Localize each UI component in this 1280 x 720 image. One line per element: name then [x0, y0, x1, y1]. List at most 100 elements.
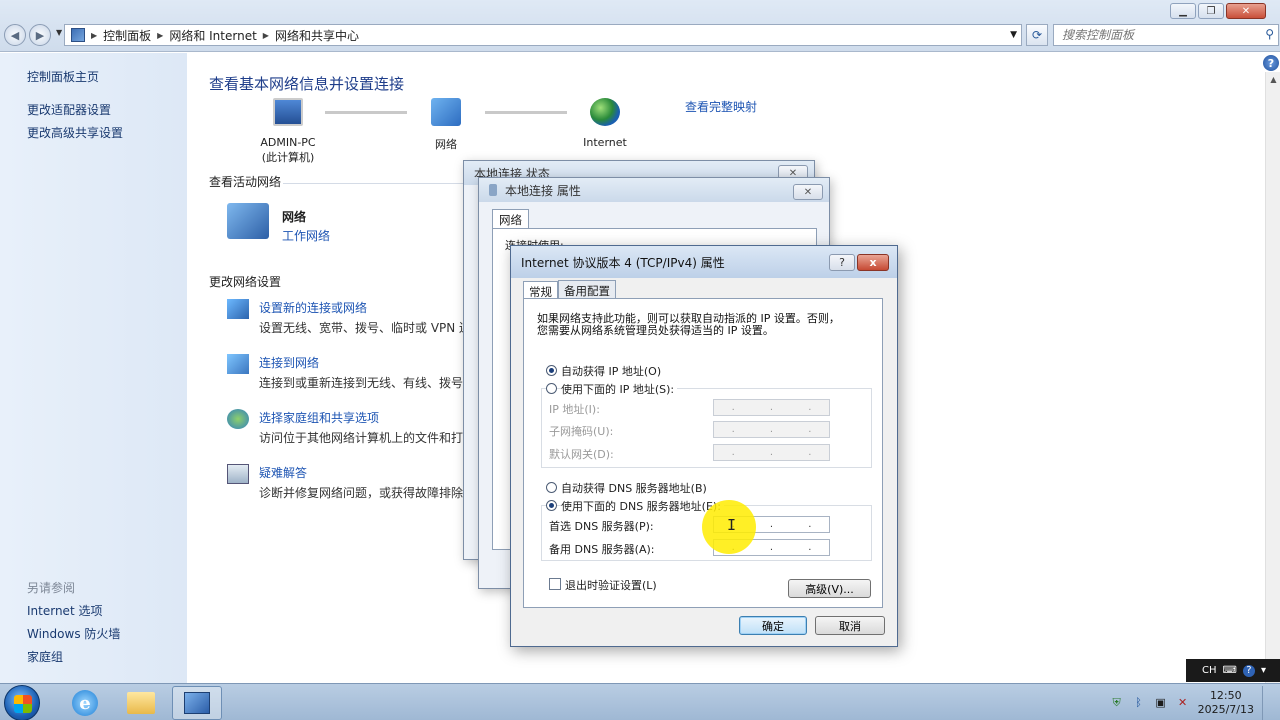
- minimize-button[interactable]: ▁: [1170, 3, 1196, 19]
- sidebar-item-homegroup[interactable]: 家庭组: [27, 648, 63, 665]
- clock-time: 12:50: [1209, 689, 1242, 702]
- task-troubleshoot-link[interactable]: 疑难解答: [259, 464, 307, 481]
- chevron-right-icon[interactable]: ▶: [263, 31, 269, 40]
- internet-label: Internet: [583, 136, 627, 149]
- task-setup-connection-link[interactable]: 设置新的连接或网络: [259, 299, 367, 316]
- keyboard-icon[interactable]: ⌨: [1223, 665, 1237, 676]
- network-icon: [227, 203, 269, 239]
- sidebar-item-adapter-settings[interactable]: 更改适配器设置: [27, 101, 111, 118]
- help-icon[interactable]: ?: [1242, 664, 1255, 677]
- validate-on-exit-checkbox[interactable]: [549, 578, 561, 590]
- new-connection-icon: [227, 299, 249, 319]
- advanced-button[interactable]: 高级(V)...: [788, 579, 871, 598]
- ok-button[interactable]: 确定: [739, 616, 807, 635]
- auto-ip-label[interactable]: 自动获得 IP 地址(O): [561, 363, 661, 379]
- ip-address-field[interactable]: ...: [713, 399, 830, 416]
- back-button[interactable]: ◀: [4, 24, 26, 46]
- language-bar[interactable]: CH ⌨ ? ▾: [1186, 659, 1280, 682]
- alternate-dns-label: 备用 DNS 服务器(A):: [549, 543, 655, 556]
- taskbar-control-panel[interactable]: [172, 686, 222, 720]
- properties-dialog-title: 本地连接 属性: [479, 178, 829, 202]
- pc-name: ADMIN-PC: [260, 136, 316, 149]
- volume-muted-icon[interactable]: ✕: [1176, 696, 1190, 710]
- bluetooth-icon[interactable]: ᛒ: [1132, 696, 1146, 710]
- folder-icon: [127, 692, 155, 714]
- search-icon[interactable]: ⚲: [1265, 27, 1274, 41]
- full-map-link[interactable]: 查看完整映射: [685, 98, 757, 115]
- recent-pages-dropdown[interactable]: ▼: [56, 28, 62, 37]
- window-controls: ▁ ❐ ✕: [1170, 3, 1266, 19]
- network-type-link[interactable]: 工作网络: [282, 227, 330, 244]
- homegroup-icon: [227, 409, 249, 429]
- default-gateway-field[interactable]: ...: [713, 444, 830, 461]
- taskbar-explorer[interactable]: [116, 686, 166, 720]
- text-cursor-icon: I: [727, 516, 737, 534]
- connect-network-icon: [227, 354, 249, 374]
- breadcrumb-network-sharing-center[interactable]: 网络和共享中心: [275, 27, 359, 44]
- manual-ip-label[interactable]: 使用下面的 IP 地址(S):: [561, 381, 678, 397]
- sidebar-item-firewall[interactable]: Windows 防火墙: [27, 625, 120, 642]
- intro-text-line2: 您需要从网络系统管理员处获得适当的 IP 设置。: [537, 324, 774, 337]
- language-indicator[interactable]: CH: [1202, 665, 1217, 676]
- dialog-help-button[interactable]: ?: [829, 254, 855, 271]
- windows-logo-icon: [14, 695, 32, 713]
- address-bar[interactable]: ▶ 控制面板 ▶ 网络和 Internet ▶ 网络和共享中心 ▼: [64, 24, 1022, 46]
- taskbar: e ⛨ ᛒ ▣ ✕ 12:50 2025/7/13: [0, 683, 1280, 720]
- auto-dns-label[interactable]: 自动获得 DNS 服务器地址(B): [561, 480, 707, 496]
- sidebar-item-home[interactable]: 控制面板主页: [27, 68, 99, 85]
- internet-explorer-icon: e: [72, 690, 98, 716]
- vertical-scrollbar[interactable]: ▲: [1265, 72, 1280, 683]
- map-node-pc: ADMIN-PC (此计算机): [243, 98, 333, 165]
- ip-address-label: IP 地址(I):: [549, 403, 600, 416]
- chevron-right-icon[interactable]: ▶: [91, 31, 97, 40]
- subnet-mask-label: 子网掩码(U):: [549, 425, 614, 438]
- task-homegroup-desc: 访问位于其他网络计算机上的文件和打印: [259, 431, 476, 445]
- sidebar-item-internet-options[interactable]: Internet 选项: [27, 602, 102, 619]
- properties-dialog-close-button[interactable]: ✕: [793, 184, 823, 200]
- close-button[interactable]: ✕: [1226, 3, 1266, 19]
- task-homegroup-link[interactable]: 选择家庭组和共享选项: [259, 409, 379, 426]
- page-title: 查看基本网络信息并设置连接: [209, 75, 405, 93]
- sidebar-item-advanced-sharing[interactable]: 更改高级共享设置: [27, 124, 123, 141]
- validate-on-exit-label[interactable]: 退出时验证设置(L): [565, 577, 657, 593]
- map-connector: [485, 111, 567, 114]
- manual-ip-radio[interactable]: [546, 383, 557, 394]
- auto-dns-radio[interactable]: [546, 482, 557, 493]
- tab-network[interactable]: 网络: [492, 209, 529, 230]
- subnet-mask-field[interactable]: ...: [713, 421, 830, 438]
- active-networks-heading: 查看活动网络: [209, 175, 282, 189]
- breadcrumb-network-internet[interactable]: 网络和 Internet: [169, 27, 256, 44]
- forward-button[interactable]: ▶: [29, 24, 51, 46]
- cancel-button[interactable]: 取消: [815, 616, 885, 635]
- clock[interactable]: 12:50 2025/7/13: [1198, 689, 1254, 717]
- globe-icon: [590, 98, 620, 126]
- search-box[interactable]: ⚲: [1053, 24, 1279, 46]
- auto-ip-radio[interactable]: [546, 365, 557, 376]
- window-titlebar: ▁ ❐ ✕ ◀ ▶ ▼ ▶ 控制面板 ▶ 网络和 Internet ▶ 网络和共…: [0, 0, 1280, 52]
- network-tray-icon[interactable]: ▣: [1154, 696, 1168, 710]
- map-node-network[interactable]: 网络: [401, 98, 491, 152]
- dialog-close-button[interactable]: x: [857, 254, 889, 271]
- search-input[interactable]: [1062, 28, 1252, 42]
- network-label: 网络: [435, 138, 457, 151]
- chevron-down-icon[interactable]: ▾: [1261, 665, 1266, 676]
- maximize-button[interactable]: ❐: [1198, 3, 1224, 19]
- start-button[interactable]: [4, 685, 40, 720]
- scroll-up-icon[interactable]: ▲: [1266, 72, 1280, 87]
- breadcrumb-control-panel[interactable]: 控制面板: [103, 27, 151, 44]
- taskbar-ie[interactable]: e: [60, 686, 110, 720]
- chevron-right-icon[interactable]: ▶: [157, 31, 163, 40]
- ipv4-properties-dialog: Internet 协议版本 4 (TCP/IPv4) 属性 ? x 常规 备用配…: [510, 245, 898, 647]
- map-node-internet[interactable]: Internet: [560, 98, 650, 149]
- manual-dns-label[interactable]: 使用下面的 DNS 服务器地址(E):: [561, 498, 724, 514]
- network-icon: [431, 98, 461, 126]
- manual-dns-radio[interactable]: [546, 500, 557, 511]
- show-desktop-button[interactable]: [1262, 686, 1272, 720]
- task-connect-network-link[interactable]: 连接到网络: [259, 354, 319, 371]
- task-setup-connection-desc: 设置无线、宽带、拨号、临时或 VPN 连: [259, 321, 472, 335]
- refresh-icon[interactable]: ⟳: [1026, 24, 1048, 46]
- troubleshoot-icon: [227, 464, 249, 484]
- security-shield-icon[interactable]: ⛨: [1110, 696, 1124, 710]
- help-icon[interactable]: ?: [1263, 55, 1279, 71]
- address-dropdown-icon[interactable]: ▼: [1010, 30, 1017, 40]
